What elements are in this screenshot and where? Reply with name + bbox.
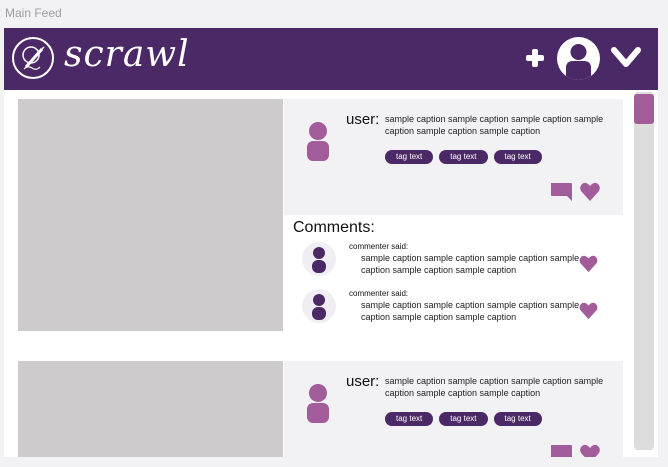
feed-post: user: sample caption sample caption samp… xyxy=(18,99,623,349)
profile-avatar-icon xyxy=(566,44,591,80)
post-info-panel: user: sample caption sample caption samp… xyxy=(284,361,623,457)
feed-post: user: sample caption sample caption samp… xyxy=(18,361,623,457)
comment-icon[interactable] xyxy=(549,181,573,203)
tag-list: tag text tag text tag text xyxy=(385,144,548,164)
feed-content: user: sample caption sample caption samp… xyxy=(4,90,658,457)
user-label[interactable]: user: xyxy=(346,373,379,390)
app-header: scrawl xyxy=(4,28,658,90)
heart-icon[interactable] xyxy=(579,181,601,203)
plus-icon[interactable] xyxy=(525,48,545,68)
comment-text: sample caption sample caption sample cap… xyxy=(361,300,580,322)
profile-avatar-button[interactable] xyxy=(557,37,600,80)
commenter-avatar-icon xyxy=(312,247,326,273)
post-caption: sample caption sample caption sample cap… xyxy=(385,114,604,136)
post-image[interactable] xyxy=(18,361,283,457)
comment-item: commenter said: sample caption sample ca… xyxy=(302,242,622,282)
commenter-avatar[interactable] xyxy=(302,289,336,323)
scrollbar[interactable] xyxy=(634,92,654,450)
heart-icon[interactable] xyxy=(578,254,599,274)
tag-chip[interactable]: tag text xyxy=(385,150,434,164)
tag-chip[interactable]: tag text xyxy=(439,412,488,426)
chevron-down-icon[interactable] xyxy=(610,44,642,72)
comments-heading: Comments: xyxy=(293,219,375,236)
logo[interactable] xyxy=(12,37,54,79)
comment-item: commenter said: sample caption sample ca… xyxy=(302,289,622,329)
commenter-avatar[interactable] xyxy=(302,242,336,276)
post-caption: sample caption sample caption sample cap… xyxy=(385,376,604,398)
scrollbar-thumb[interactable] xyxy=(634,94,654,124)
heart-icon[interactable] xyxy=(578,301,599,321)
tag-chip[interactable]: tag text xyxy=(493,412,542,426)
commenter-label: commenter said: xyxy=(349,242,409,251)
tag-chip[interactable]: tag text xyxy=(439,150,488,164)
tag-chip[interactable]: tag text xyxy=(385,412,434,426)
pencil-logo-icon xyxy=(22,46,45,70)
heart-icon[interactable] xyxy=(579,443,601,457)
frame-label: Main Feed xyxy=(5,6,62,20)
comment-text: sample caption sample caption sample cap… xyxy=(361,253,580,275)
tag-chip[interactable]: tag text xyxy=(493,150,542,164)
post-image[interactable] xyxy=(18,99,283,331)
user-avatar-icon[interactable] xyxy=(306,121,330,161)
comment-icon[interactable] xyxy=(549,443,573,457)
tag-list: tag text tag text tag text xyxy=(385,406,548,426)
brand-name: scrawl xyxy=(64,34,190,75)
user-avatar-icon[interactable] xyxy=(306,383,330,423)
post-info-panel: user: sample caption sample caption samp… xyxy=(284,99,623,215)
commenter-label: commenter said: xyxy=(349,289,409,298)
user-label[interactable]: user: xyxy=(346,111,379,128)
commenter-avatar-icon xyxy=(312,294,326,320)
